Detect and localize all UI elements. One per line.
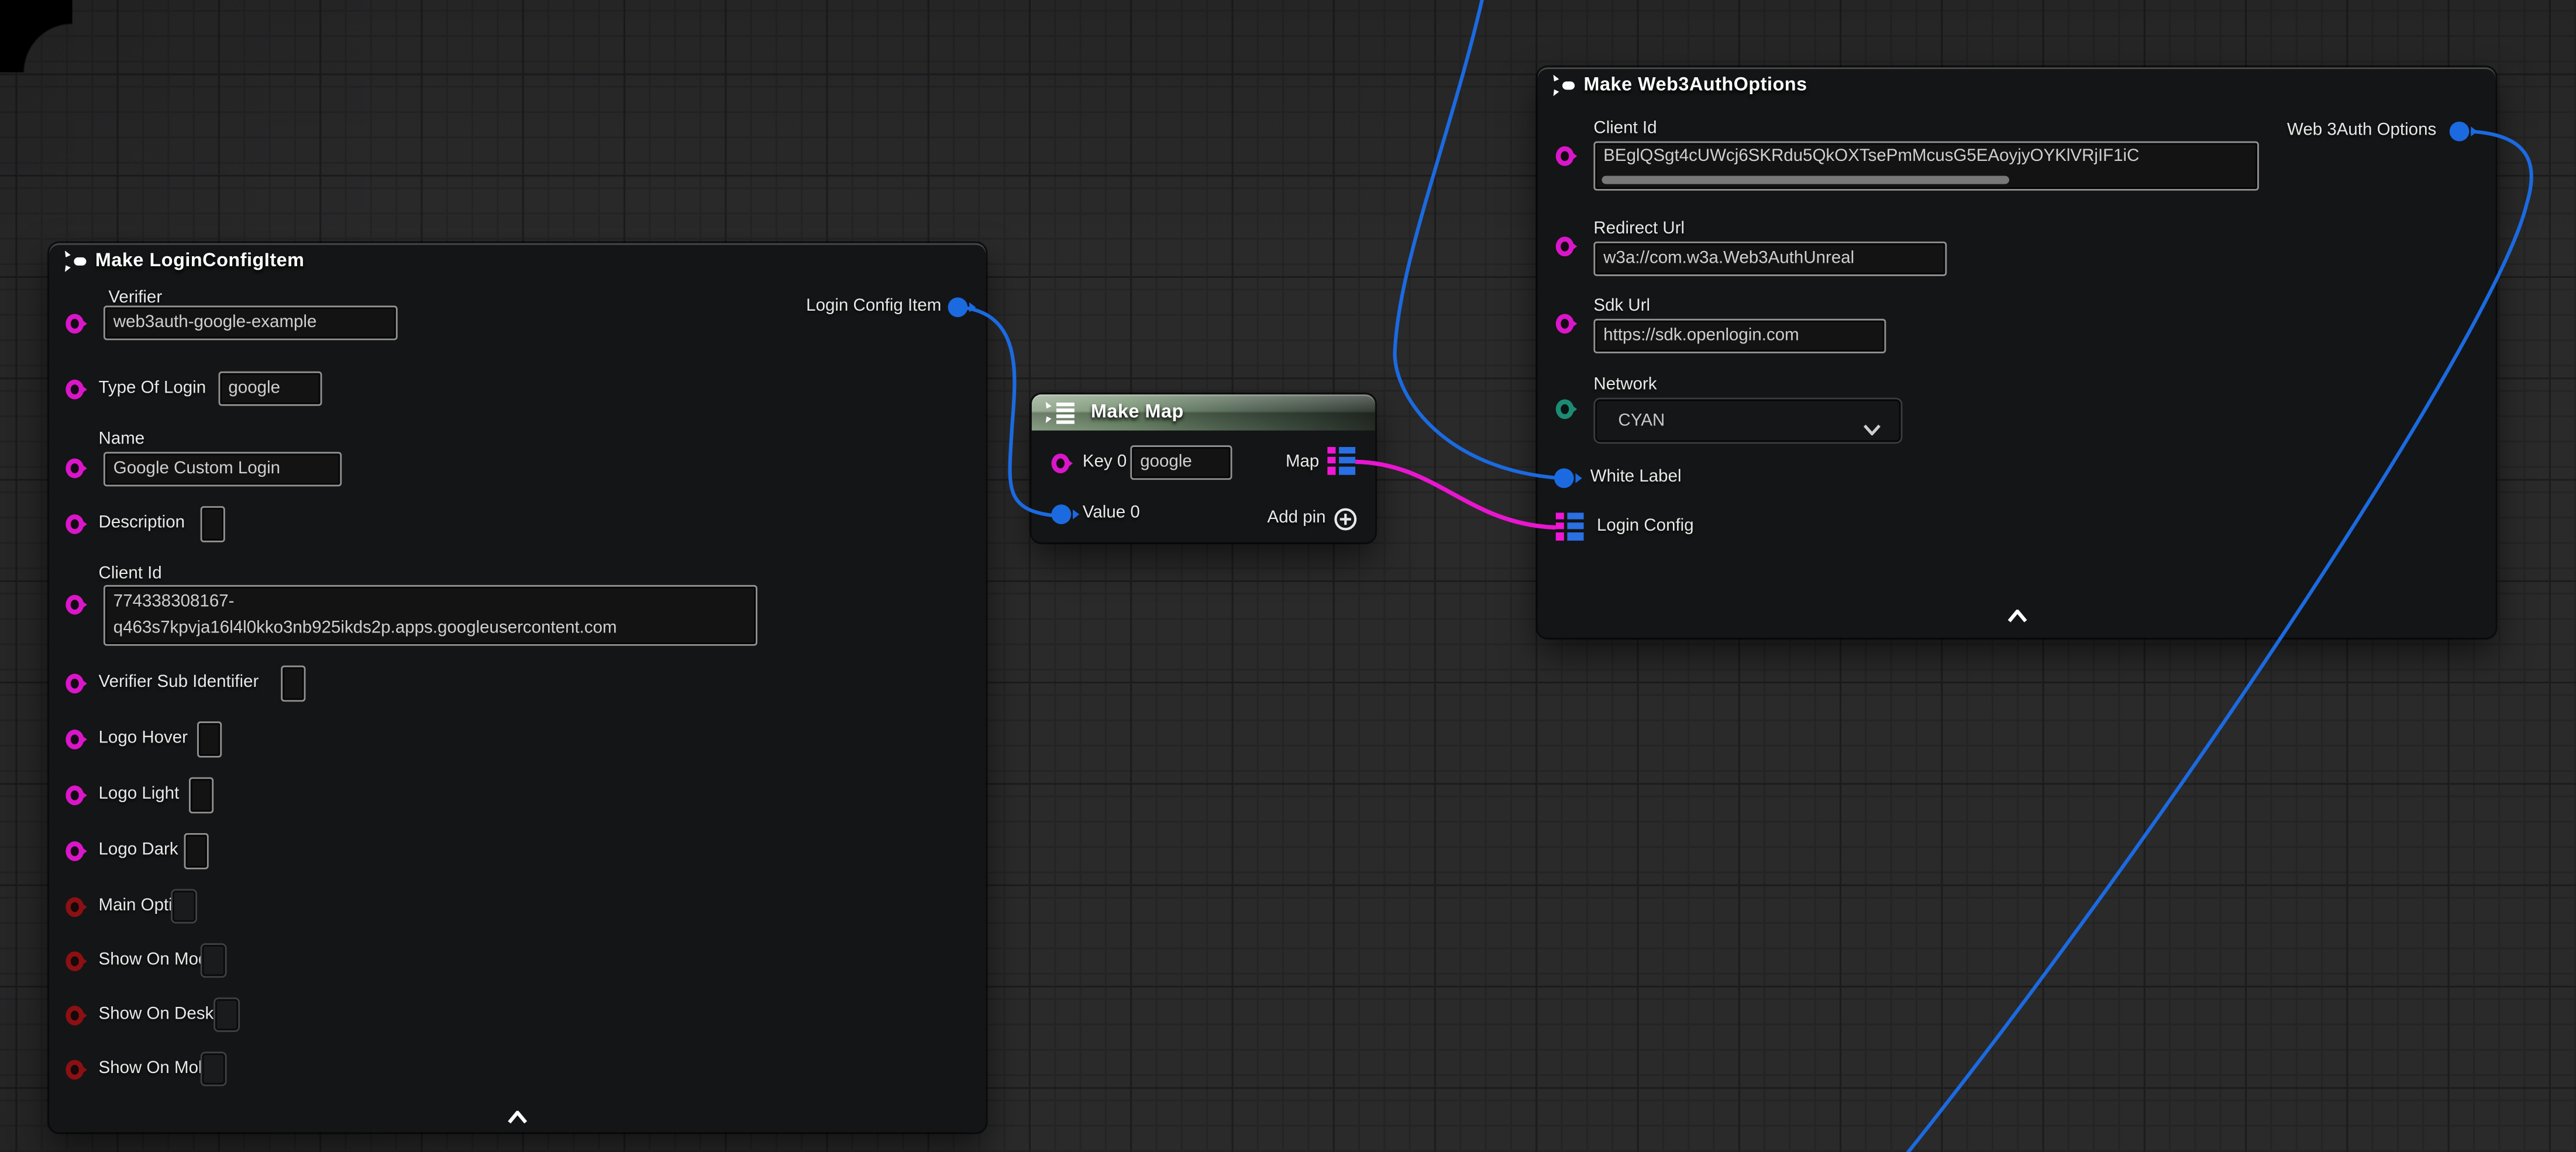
sdk-url-pin[interactable]	[1556, 314, 1574, 333]
logo-hover-value-input[interactable]	[197, 721, 222, 758]
circled-plus-icon	[1334, 508, 1357, 531]
white-label-label: White Label	[1590, 467, 1682, 487]
logo-dark-label: Logo Dark	[99, 840, 178, 859]
client-id-scrollbar[interactable]	[1602, 176, 2009, 184]
make-struct-icon	[64, 250, 91, 280]
node-header[interactable]: Make Map	[1032, 394, 1375, 431]
sdk-url-label: Sdk Url	[1593, 296, 1650, 316]
chevron-down-icon	[1863, 414, 1881, 444]
main-option-pin[interactable]	[66, 897, 84, 917]
collapse-node-button[interactable]	[508, 1103, 528, 1133]
redirect-url-label: Redirect Url	[1593, 219, 1685, 239]
main-option-checkbox[interactable]	[171, 889, 197, 923]
show-on-modal-checkbox[interactable]	[201, 943, 227, 978]
login-config-label: Login Config	[1597, 516, 1694, 536]
logo-dark-pin[interactable]	[66, 841, 84, 861]
sdk-url-value-input[interactable]: https://sdk.openlogin.com	[1593, 319, 1886, 353]
client-id-label: Client Id	[1593, 118, 1657, 138]
client-id-line2: q463s7kpvja16l4l0kko3nb925ikds2p.apps.go…	[113, 614, 748, 641]
logo-dark-value-input[interactable]	[184, 833, 209, 869]
logo-light-label: Logo Light	[99, 784, 180, 804]
show-on-desktop-pin[interactable]	[66, 1006, 84, 1026]
network-pin[interactable]	[1556, 400, 1574, 419]
name-pin[interactable]	[66, 459, 84, 479]
verifier-sub-identifier-pin[interactable]	[66, 674, 84, 694]
map-pin-key-cell	[1327, 467, 1335, 474]
node-header[interactable]: Make Web3AuthOptions	[1538, 67, 2495, 104]
node-make-loginconfigitem[interactable]: Make LoginConfigItem Login Config Item V…	[49, 243, 986, 1132]
client-id-pin[interactable]	[1556, 146, 1574, 166]
node-title: Make Map	[1091, 394, 1184, 431]
description-label: Description	[99, 513, 185, 532]
node-make-map[interactable]: Make Map Key 0 google Map Value 0 Add pi…	[1032, 394, 1375, 542]
node-title: Make Web3AuthOptions	[1584, 67, 1807, 104]
client-id-label: Client Id	[99, 563, 162, 583]
show-on-modal-pin[interactable]	[66, 951, 84, 971]
output-pin-label: Web 3Auth Options	[2287, 120, 2436, 140]
map-pin-value-cell	[1566, 533, 1583, 540]
show-on-desktop-checkbox[interactable]	[213, 998, 240, 1032]
redirect-url-value-input[interactable]: w3a://com.w3a.Web3AuthUnreal	[1593, 242, 1947, 276]
map-pin-key-cell	[1327, 457, 1335, 464]
map-pin-value-cell	[1338, 457, 1355, 464]
chevron-up-icon	[508, 1111, 528, 1124]
map-output-label: Map	[1286, 452, 1319, 472]
verifier-sub-identifier-label: Verifier Sub Identifier	[99, 672, 259, 692]
make-struct-icon	[1552, 74, 1579, 104]
logo-hover-pin[interactable]	[66, 730, 84, 749]
map-pin-key-cell	[1556, 513, 1563, 520]
key-0-pin[interactable]	[1052, 453, 1070, 473]
network-dropdown[interactable]: CYAN	[1593, 398, 1902, 444]
network-label: Network	[1593, 374, 1657, 394]
show-on-mobile-pin[interactable]	[66, 1060, 84, 1080]
login-config-pin[interactable]	[1556, 513, 1583, 540]
verifier-pin[interactable]	[66, 314, 84, 333]
make-map-icon	[1045, 401, 1081, 431]
map-pin-value-cell	[1566, 513, 1583, 520]
key-0-value-input[interactable]: google	[1130, 445, 1232, 480]
redirect-url-pin[interactable]	[1556, 236, 1574, 256]
description-value-input[interactable]	[201, 506, 225, 542]
client-id-line1: 774338308167-	[113, 589, 748, 615]
collapse-node-button[interactable]	[2007, 601, 2027, 631]
node-make-web3authoptions[interactable]: Make Web3AuthOptions Web 3Auth Options C…	[1538, 67, 2495, 638]
map-pin-value-cell	[1566, 523, 1583, 530]
client-id-pin[interactable]	[66, 595, 84, 615]
type-of-login-label: Type Of Login	[99, 378, 206, 398]
map-pin-key-cell	[1327, 447, 1335, 454]
show-on-mobile-checkbox[interactable]	[201, 1052, 227, 1086]
web-3auth-options-output-pin[interactable]	[2450, 122, 2470, 142]
logo-light-pin[interactable]	[66, 786, 84, 806]
client-id-value-text: BEglQSgt4cUWcj6SKRdu5QkOXTsePmMcusG5EAoy…	[1603, 146, 2139, 166]
verifier-value-input[interactable]: web3auth-google-example	[104, 305, 398, 340]
verifier-label: Verifier	[108, 288, 162, 308]
description-pin[interactable]	[66, 514, 84, 534]
output-pin-label: Login Config Item	[806, 296, 941, 316]
map-pin-value-cell	[1338, 447, 1355, 454]
map-pin-key-cell	[1556, 523, 1563, 530]
network-selected-value: CYAN	[1618, 400, 1665, 442]
client-id-value-input[interactable]: 774338308167- q463s7kpvja16l4l0kko3nb925…	[104, 585, 757, 646]
blueprint-graph-canvas[interactable]: Make LoginConfigItem Login Config Item V…	[0, 0, 2576, 1152]
verifier-sub-identifier-value-input[interactable]	[281, 666, 305, 702]
add-pin-button[interactable]	[1334, 508, 1357, 531]
type-of-login-value-input[interactable]: google	[219, 372, 322, 406]
type-of-login-pin[interactable]	[66, 380, 84, 400]
chevron-up-icon	[2007, 610, 2027, 623]
key-0-label: Key 0	[1083, 452, 1127, 472]
logo-hover-label: Logo Hover	[99, 728, 188, 748]
node-header[interactable]: Make LoginConfigItem	[49, 243, 986, 280]
client-id-value-input[interactable]: BEglQSgt4cUWcj6SKRdu5QkOXTsePmMcusG5EAoy…	[1593, 142, 2259, 191]
map-pin-value-cell	[1338, 467, 1355, 474]
map-pin-key-cell	[1556, 533, 1563, 540]
logo-light-value-input[interactable]	[189, 778, 213, 814]
value-0-label: Value 0	[1083, 503, 1140, 522]
add-pin-label[interactable]: Add pin	[1268, 508, 1326, 528]
node-title: Make LoginConfigItem	[95, 243, 305, 280]
map-output-pin[interactable]	[1327, 447, 1354, 474]
name-label: Name	[99, 429, 145, 449]
name-value-input[interactable]: Google Custom Login	[104, 452, 342, 486]
